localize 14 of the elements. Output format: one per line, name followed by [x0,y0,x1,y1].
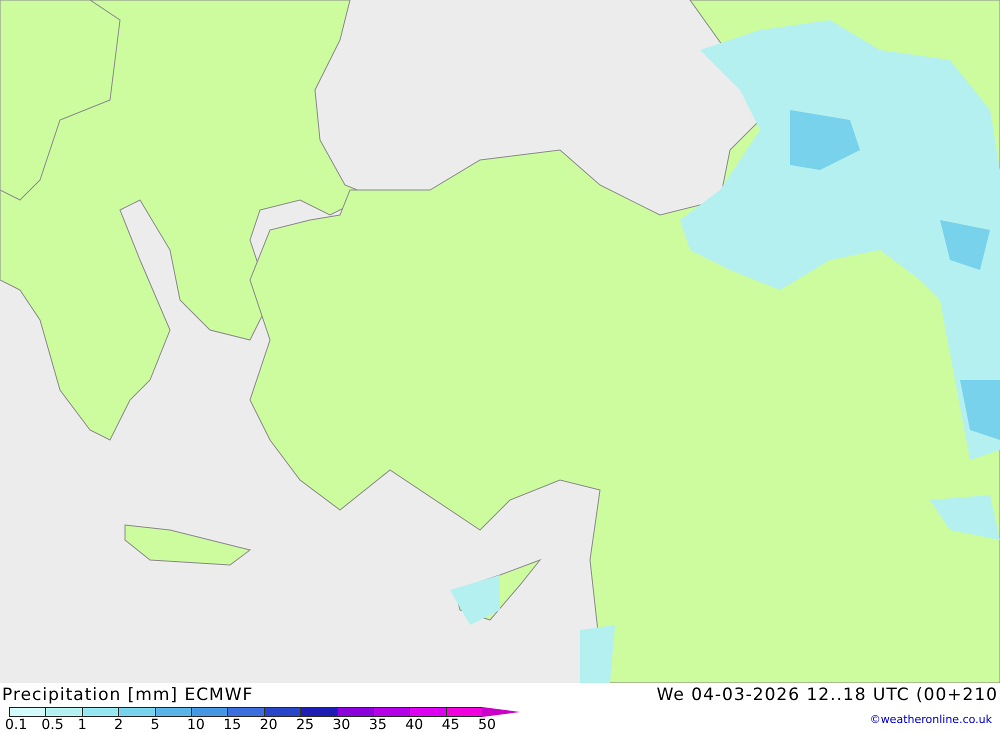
legend-label: 45 [442,717,461,733]
legend-label: 50 [478,717,497,733]
legend-label: 10 [186,717,206,733]
legend-label: 5 [150,717,160,733]
legend-label: 30 [332,717,352,733]
legend-label: 35 [368,717,388,733]
map-title: Precipitation [mm] ECMWF [2,685,254,705]
credit-text: ©weatheronline.co.uk [870,713,992,726]
legend-label: 15 [223,717,242,733]
legend-label: 20 [260,717,279,733]
legend-label: 40 [405,717,424,733]
valid-time: We 04-03-2026 12..18 UTC (00+210 [656,685,998,705]
legend-label: 25 [296,717,315,733]
legend-label: 0.5 [41,717,65,733]
